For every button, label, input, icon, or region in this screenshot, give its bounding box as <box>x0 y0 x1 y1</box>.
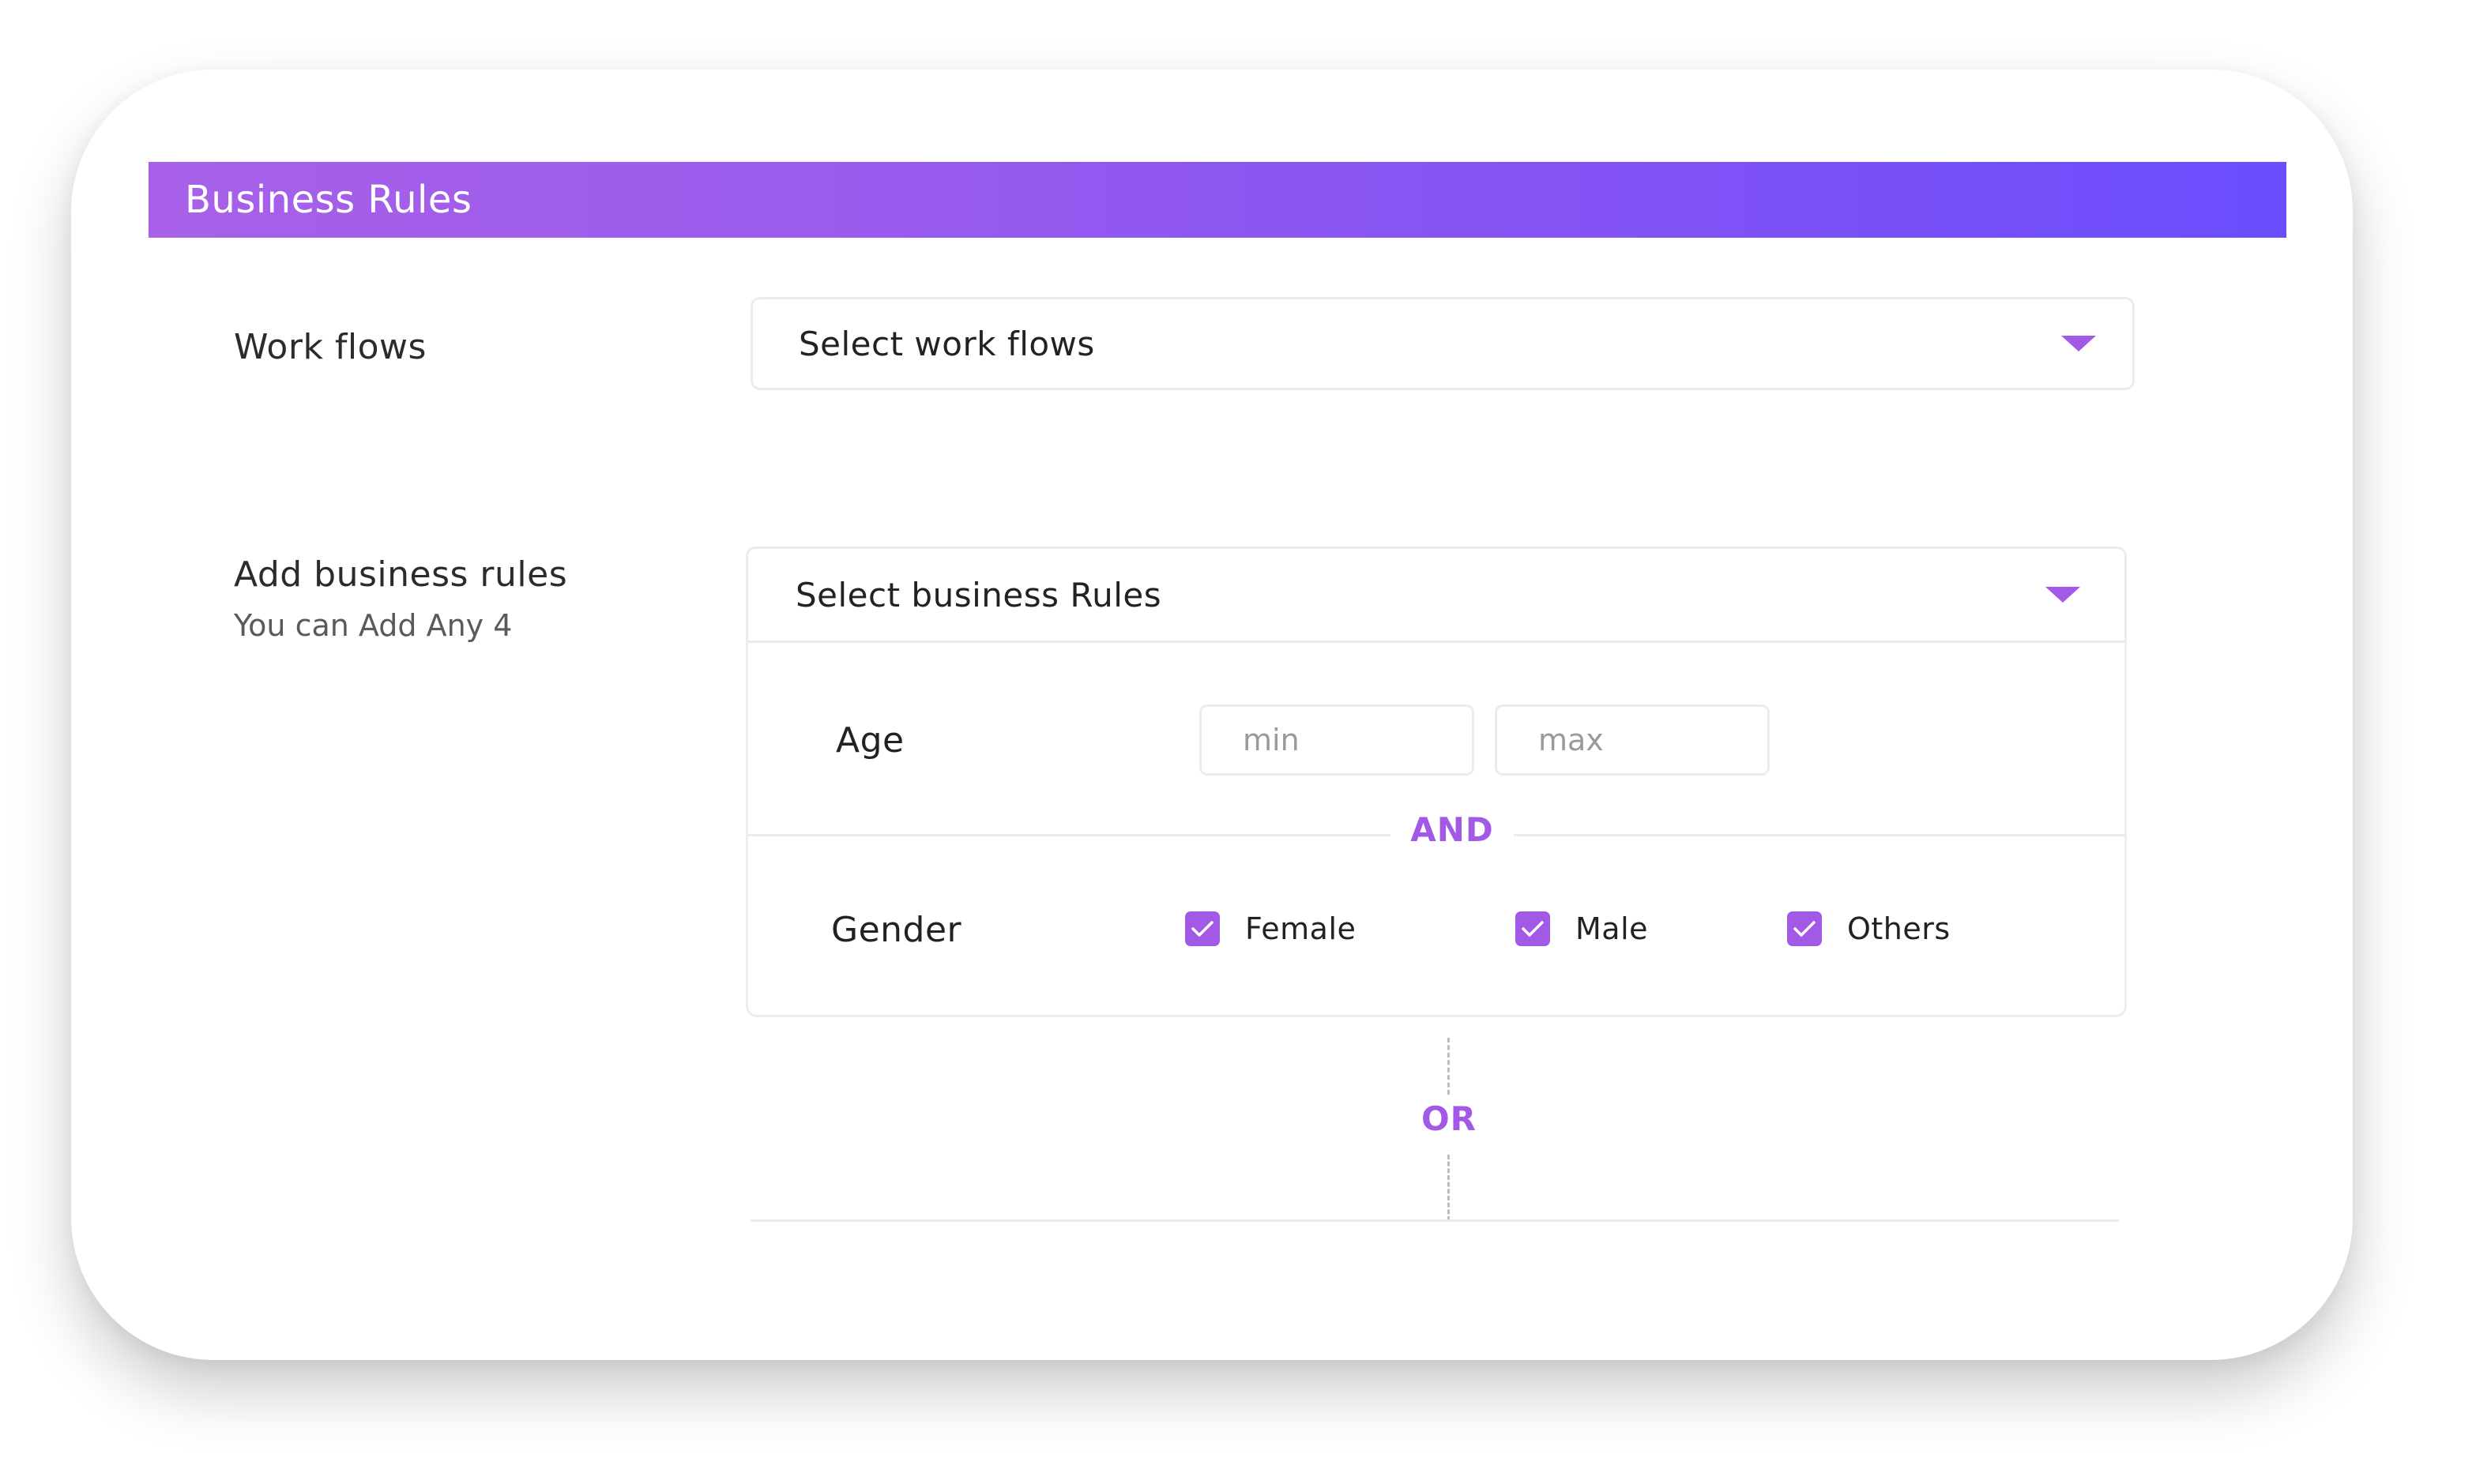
business-rules-select-text: Select business Rules <box>796 575 1162 614</box>
checkbox-checked-icon[interactable] <box>1515 911 1550 946</box>
business-rules-sublabel: You can Add Any 4 <box>234 608 513 643</box>
workflows-select[interactable]: Select work flows <box>751 297 2135 390</box>
or-connector: OR <box>1421 1099 1477 1138</box>
or-connector-line-bottom <box>1447 1155 1450 1221</box>
age-max-input[interactable] <box>1495 704 1770 776</box>
checkbox-checked-icon[interactable] <box>1787 911 1822 946</box>
gender-option-female[interactable]: Female <box>1185 911 1356 946</box>
business-rules-label: Add business rules <box>234 554 568 595</box>
female-label: Female <box>1245 911 1357 946</box>
male-label: Male <box>1575 911 1649 946</box>
others-label: Others <box>1847 911 1951 946</box>
chevron-down-icon <box>2061 336 2096 351</box>
and-connector: AND <box>1390 810 1514 849</box>
section-title: Business Rules <box>185 178 472 222</box>
section-header: Business Rules <box>149 162 2286 238</box>
workflows-label: Work flows <box>234 327 427 367</box>
or-connector-line-top <box>1447 1038 1450 1095</box>
workflows-select-text: Select work flows <box>799 324 1095 363</box>
gender-option-others[interactable]: Others <box>1787 911 1951 946</box>
age-min-input[interactable] <box>1199 704 1474 776</box>
chevron-down-icon <box>2045 587 2080 603</box>
gender-option-male[interactable]: Male <box>1515 911 1648 946</box>
age-label: Age <box>836 720 905 761</box>
business-rules-select[interactable]: Select business Rules <box>746 547 2127 643</box>
next-rule-divider <box>751 1219 2119 1222</box>
gender-label: Gender <box>831 910 962 950</box>
checkbox-checked-icon[interactable] <box>1185 911 1220 946</box>
